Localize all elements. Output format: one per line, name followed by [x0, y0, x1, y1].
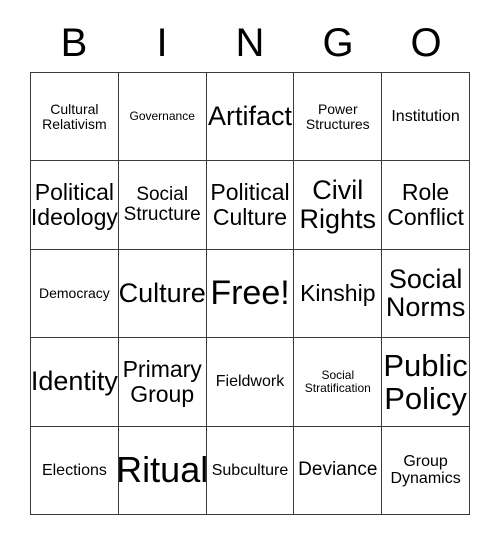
bingo-cell-label: Civil Rights [299, 175, 377, 235]
bingo-cell[interactable]: Democracy [31, 249, 119, 339]
bingo-cell-label: Identity [31, 366, 118, 397]
bingo-cell-label: Ritual [118, 449, 207, 491]
bingo-cell-label: Governance [129, 109, 195, 124]
bingo-cell[interactable]: Social Structure [118, 161, 207, 250]
bingo-cell[interactable]: Culture [118, 249, 207, 339]
bingo-cell[interactable]: Public Policy [382, 338, 470, 427]
bingo-cell[interactable]: Political Culture [206, 161, 295, 250]
bingo-cell-label: Group Dynamics [390, 453, 461, 488]
bingo-cell-label: Social Stratification [304, 368, 371, 395]
header-letter-n: N [235, 21, 265, 65]
bingo-cell[interactable]: Social Norms [382, 249, 470, 339]
bingo-cell-label: Primary Group [122, 356, 202, 407]
bingo-cell-label: Democracy [39, 285, 110, 301]
bingo-cell[interactable]: Elections [31, 426, 119, 515]
bingo-cell-label: Artifact [207, 101, 293, 132]
bingo-cell[interactable]: Civil Rights [294, 161, 383, 250]
bingo-grid: Cultural Relativism Governance Artifact Pow… [30, 72, 470, 515]
header-letter-i: I [156, 21, 168, 65]
bingo-cell[interactable]: Ritual [118, 426, 207, 515]
bingo-cell-label: Fieldwork [215, 373, 285, 391]
header-letter-g: G [322, 21, 354, 65]
bingo-cell[interactable]: Power Structures [294, 73, 383, 162]
bingo-cell[interactable]: Cultural Relativism [31, 73, 119, 162]
bingo-cell[interactable]: Institution [382, 73, 470, 162]
bingo-cell[interactable]: Governance [118, 73, 207, 162]
bingo-cell-label: Social Norms [385, 263, 466, 323]
bingo-header: B I N G O [30, 14, 470, 72]
bingo-cell-label: Political Culture [210, 179, 290, 231]
bingo-cell[interactable]: Kinship [294, 249, 383, 339]
bingo-cell-label: Power Structures [305, 100, 370, 132]
bingo-cell-label: Culture [118, 278, 206, 309]
bingo-cell-label: Cultural Relativism [42, 100, 107, 132]
bingo-cell[interactable]: Deviance [294, 426, 383, 515]
bingo-cell[interactable]: Role Conflict [382, 161, 470, 250]
header-letter-o: O [410, 21, 442, 65]
header-letter-b: B [60, 21, 88, 65]
bingo-cell-label: Deviance [298, 459, 378, 481]
bingo-cell[interactable]: Free! [206, 249, 295, 339]
bingo-cell[interactable]: Group Dynamics [382, 426, 470, 515]
bingo-cell-label: Public Policy [383, 347, 468, 416]
bingo-cell-label: Kinship [300, 280, 376, 307]
bingo-cell-label: Role Conflict [387, 179, 464, 231]
bingo-cell[interactable]: Artifact [206, 73, 295, 162]
bingo-cell[interactable]: Fieldwork [206, 338, 295, 427]
bingo-cell-label: Institution [391, 108, 460, 126]
bingo-cell-label: Subculture [211, 461, 289, 479]
bingo-cell-label: Political Ideology [31, 179, 118, 231]
bingo-cell-label: Elections [41, 461, 107, 479]
bingo-cell-label: Social Structure [123, 183, 201, 226]
bingo-cell[interactable]: Social Stratification [294, 338, 383, 427]
bingo-card: B I N G O Cultural Relativism Governance A… [0, 0, 500, 544]
bingo-cell[interactable]: Political Ideology [31, 161, 119, 250]
bingo-cell[interactable]: Identity [31, 338, 119, 427]
bingo-cell[interactable]: Primary Group [118, 338, 207, 427]
bingo-cell[interactable]: Subculture [206, 426, 295, 515]
bingo-cell-label: Free! [210, 274, 290, 313]
